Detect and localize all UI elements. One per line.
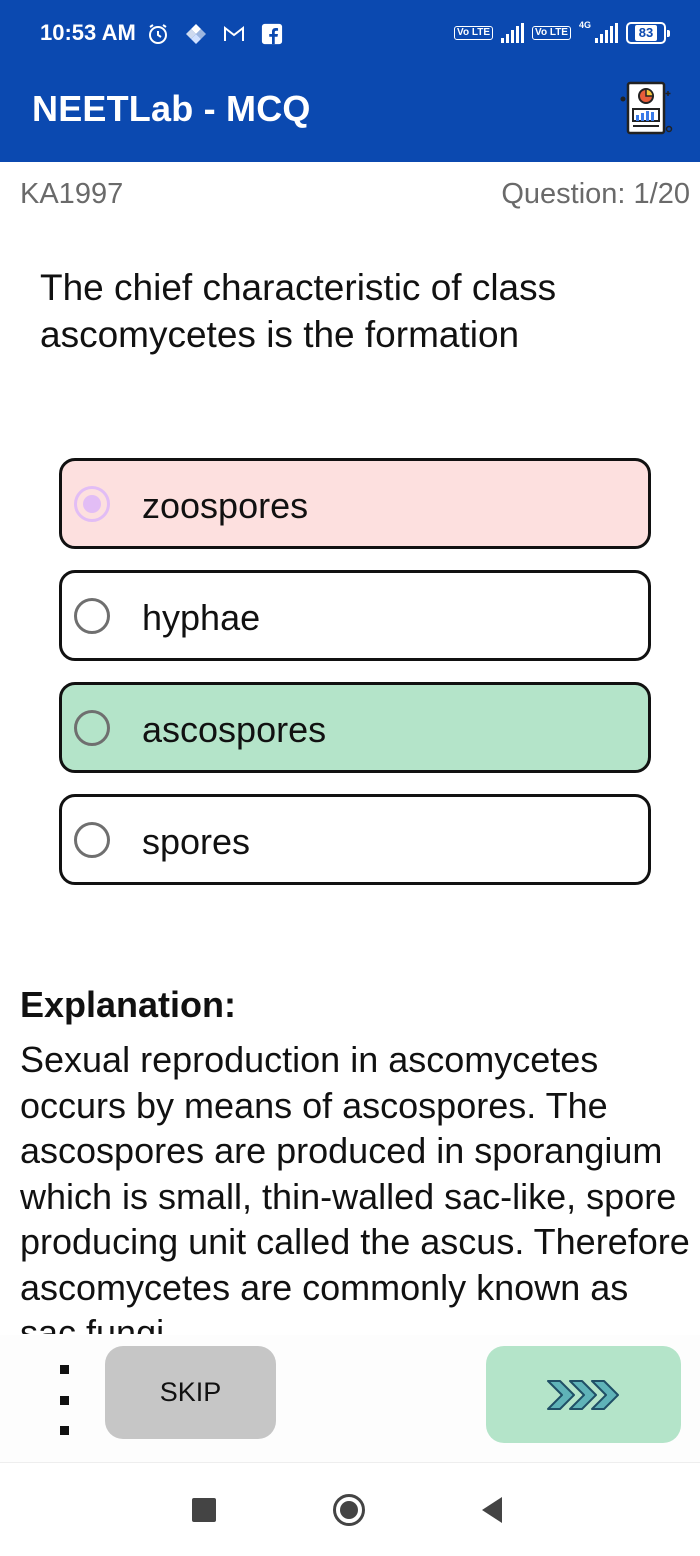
report-icon — [620, 81, 673, 135]
recents-button[interactable] — [180, 1486, 228, 1534]
explanation-text: Sexual reproduction in ascomycetes occur… — [20, 1039, 690, 1334]
status-time: 10:53 AM — [40, 20, 136, 45]
volte-badge-sim1: Vo LTE — [454, 26, 494, 40]
explanation-title: Explanation: — [20, 984, 237, 1025]
home-circle-icon — [333, 1494, 365, 1526]
option-label: hyphae — [142, 597, 261, 638]
volte-badge-sim2: Vo LTE — [532, 26, 571, 40]
app-header: 10:53 AM Vo LTE Vo LTE 4G 83 NEETLab - M… — [0, 0, 700, 162]
skip-button[interactable]: SKIP — [105, 1346, 276, 1439]
option-label: ascospores — [142, 709, 327, 750]
fast-forward-chevrons-icon — [546, 1379, 619, 1410]
app-title: NEETLab - MCQ — [32, 88, 311, 129]
gmail-icon — [222, 22, 246, 46]
question-counter: Question: 1/20 — [501, 178, 690, 210]
option-label: spores — [142, 821, 251, 862]
next-button[interactable] — [486, 1346, 681, 1443]
radio-selected-icon[interactable] — [74, 486, 110, 522]
recents-square-icon — [192, 1498, 216, 1522]
notification-icons — [146, 20, 284, 48]
option-1[interactable]: zoospores — [59, 458, 651, 549]
option-4[interactable]: spores — [59, 794, 651, 885]
option-label: zoospores — [142, 485, 309, 526]
radio-icon[interactable] — [74, 822, 110, 858]
system-indicators: Vo LTE Vo LTE 4G 83 — [454, 18, 670, 48]
question-code: KA1997 — [20, 178, 124, 210]
radio-icon[interactable] — [74, 598, 110, 634]
photos-icon — [184, 22, 208, 46]
radio-icon[interactable] — [74, 710, 110, 746]
option-2[interactable]: hyphae — [59, 570, 651, 661]
report-button[interactable] — [616, 78, 676, 140]
action-bar: SKIP — [0, 1335, 700, 1463]
signal-bars-icon — [595, 23, 618, 43]
question-text: The chief characteristic of class ascomy… — [40, 267, 557, 355]
network-type-label: 4G — [578, 20, 591, 30]
battery-icon: 83 — [626, 22, 670, 44]
back-triangle-icon — [482, 1497, 502, 1523]
facebook-icon — [260, 22, 284, 46]
more-vertical-icon[interactable] — [50, 1365, 78, 1435]
signal-bars-icon — [501, 23, 525, 43]
back-button[interactable] — [468, 1486, 516, 1534]
alarm-icon — [146, 22, 170, 46]
option-3[interactable]: ascospores — [59, 682, 651, 773]
home-button[interactable] — [325, 1486, 373, 1534]
system-nav-bar — [0, 1464, 700, 1556]
battery-level: 83 — [634, 25, 658, 41]
status-bar: 10:53 AM Vo LTE Vo LTE 4G 83 — [0, 0, 700, 66]
